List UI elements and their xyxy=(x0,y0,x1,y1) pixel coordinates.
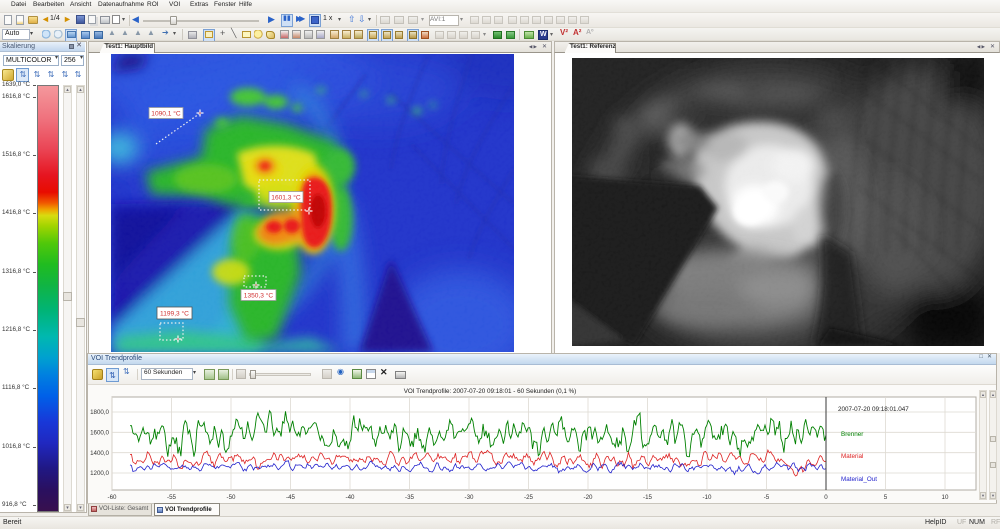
svg-text:-30: -30 xyxy=(465,494,475,501)
svg-text:-25: -25 xyxy=(524,494,534,501)
svg-text:1200,0: 1200,0 xyxy=(90,470,109,477)
svg-text:Brenner: Brenner xyxy=(841,431,863,438)
svg-text:-20: -20 xyxy=(584,494,594,501)
svg-text:10: 10 xyxy=(942,494,949,501)
svg-text:Material_Out: Material_Out xyxy=(841,476,877,483)
svg-text:VOI Trendprofile: 2007-07-20 0: VOI Trendprofile: 2007-07-20 09:18:01 - … xyxy=(404,388,577,395)
svg-text:1600,0: 1600,0 xyxy=(90,430,109,437)
svg-text:-5: -5 xyxy=(764,494,770,501)
svg-text:-55: -55 xyxy=(167,494,177,501)
svg-text:-60: -60 xyxy=(108,494,118,501)
svg-text:-40: -40 xyxy=(346,494,356,501)
svg-text:1199,3 °C: 1199,3 °C xyxy=(160,310,189,318)
svg-text:-35: -35 xyxy=(405,494,415,501)
svg-text:1800,0: 1800,0 xyxy=(90,409,109,416)
svg-text:2007-07-20 09:18:01.047: 2007-07-20 09:18:01.047 xyxy=(838,406,909,413)
svg-text:-15: -15 xyxy=(643,494,653,501)
svg-text:0: 0 xyxy=(824,494,828,501)
svg-text:-10: -10 xyxy=(703,494,713,501)
svg-text:1090,1 °C: 1090,1 °C xyxy=(151,110,181,118)
svg-text:-50: -50 xyxy=(227,494,237,501)
svg-text:1350,3 °C: 1350,3 °C xyxy=(244,292,274,300)
svg-text:-45: -45 xyxy=(286,494,296,501)
svg-text:Material: Material xyxy=(841,453,863,460)
svg-text:1601,3 °C: 1601,3 °C xyxy=(271,194,301,202)
svg-text:1400,0: 1400,0 xyxy=(90,450,109,457)
svg-text:5: 5 xyxy=(884,494,888,501)
